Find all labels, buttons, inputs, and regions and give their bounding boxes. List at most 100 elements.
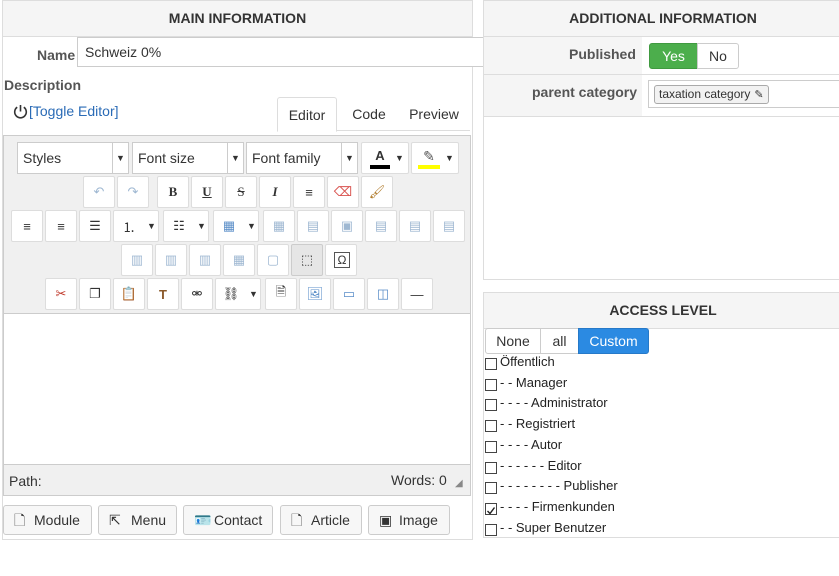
eraser-icon: ⌫	[333, 184, 353, 199]
article-button[interactable]: 🗋 Article	[280, 505, 362, 535]
split-cells-button[interactable]: ▦	[223, 244, 255, 276]
paste-icon: 📋	[120, 286, 138, 301]
insert-row-before-button[interactable]: ▤	[365, 210, 397, 242]
insert-media-button[interactable]: ▭	[333, 278, 365, 310]
link-icon: ⛓	[222, 286, 240, 301]
copy-button[interactable]: ❐	[79, 278, 111, 310]
bold-icon: B	[168, 184, 178, 199]
image-icon: 🖼	[306, 286, 324, 301]
format-painter-button[interactable]: 🖌	[361, 176, 393, 208]
justify-icon: ☰	[89, 218, 101, 233]
styles-dropdown[interactable]: Styles ▼	[17, 142, 129, 174]
delete-col-button[interactable]: ▥	[189, 244, 221, 276]
italic-button[interactable]: I	[259, 176, 291, 208]
unlink-button[interactable]: ⚮	[181, 278, 213, 310]
access-checkbox[interactable]	[485, 358, 497, 370]
cell-props-button[interactable]: ▣	[331, 210, 363, 242]
merge-cells-button[interactable]: ▢	[257, 244, 289, 276]
template-icon: ◫	[376, 286, 390, 301]
underline-button[interactable]: U	[191, 176, 223, 208]
access-filter-custom[interactable]: Custom	[578, 328, 649, 354]
editor-content-area[interactable]	[4, 313, 470, 465]
menu-button[interactable]: ⇱ Menu	[98, 505, 177, 535]
file-add-icon: 🗋	[291, 512, 303, 528]
insert-col-after-button[interactable]: ▥	[155, 244, 187, 276]
name-label: Name	[37, 47, 76, 63]
access-filter-none[interactable]: None	[485, 328, 541, 354]
main-information-header: MAIN INFORMATION	[3, 1, 472, 37]
published-no-button[interactable]: No	[697, 43, 739, 69]
cut-button[interactable]: ✂	[45, 278, 77, 310]
access-checkbox[interactable]	[485, 524, 497, 536]
access-checkbox[interactable]	[485, 441, 497, 453]
bullet-list-icon: ☷	[173, 218, 185, 233]
bold-button[interactable]: B	[157, 176, 189, 208]
word-count: Words: 0	[391, 472, 447, 488]
highlight-color-button[interactable]: ✎ ▼	[411, 142, 459, 174]
special-char-button[interactable]: Ω	[325, 244, 357, 276]
font-size-dropdown[interactable]: Font size ▼	[132, 142, 244, 174]
font-family-dropdown[interactable]: Font family ▼	[246, 142, 358, 174]
horizontal-rule-button[interactable]: —	[401, 278, 433, 310]
power-icon[interactable]	[13, 104, 28, 119]
tab-preview[interactable]: Preview	[403, 97, 465, 131]
insert-row-after-icon: ▤	[408, 218, 422, 233]
access-checkbox[interactable]	[485, 462, 497, 474]
module-button[interactable]: 🗋 Module	[3, 505, 92, 535]
name-field[interactable]: Schweiz 0%	[77, 37, 497, 67]
redo-button[interactable]: ↷	[117, 176, 149, 208]
bullet-list-button[interactable]: ☷ ▼	[163, 210, 209, 242]
access-checkbox[interactable]	[485, 420, 497, 432]
access-checkbox[interactable]	[485, 503, 497, 515]
access-checkbox-label: - - - - Firmenkunden	[500, 499, 615, 514]
link-button[interactable]: ⛓ ▼	[215, 278, 261, 310]
file-icon: 🗎	[275, 284, 287, 299]
pencil-icon[interactable]: ✎	[754, 89, 763, 101]
visual-aid-button[interactable]: ⬚	[291, 244, 323, 276]
check-icon	[487, 507, 496, 515]
copy-icon: ❐	[89, 286, 101, 301]
table-button[interactable]: ▦ ▼	[213, 210, 259, 242]
share-icon: ⇱	[109, 512, 121, 528]
text-color-button[interactable]: A ▼	[361, 142, 409, 174]
access-checkbox[interactable]	[485, 379, 497, 391]
tab-code[interactable]: Code	[339, 97, 399, 131]
justify-button[interactable]: ☰	[79, 210, 111, 242]
insert-file-button[interactable]: 🗎	[265, 278, 297, 310]
access-checkbox[interactable]	[485, 482, 497, 494]
image-button[interactable]: ▣ Image	[368, 505, 450, 535]
split-cells-icon: ▦	[232, 252, 246, 267]
access-checkbox-label: - - - - - - Editor	[500, 458, 582, 473]
chevron-down-icon: ▼	[227, 143, 243, 173]
align-left-button[interactable]: ≡	[293, 176, 325, 208]
parent-category-tag[interactable]: taxation category ✎	[654, 85, 769, 104]
highlight-icon: ✎	[418, 147, 440, 169]
row-props-button[interactable]: ▤	[297, 210, 329, 242]
undo-button[interactable]: ↶	[83, 176, 115, 208]
resize-handle-icon[interactable]: ◢	[455, 479, 465, 489]
clear-formatting-button[interactable]: ⌫	[327, 176, 359, 208]
paste-text-button[interactable]: T	[147, 278, 179, 310]
delete-row-button[interactable]: ▤	[433, 210, 465, 242]
align-right-button[interactable]: ≡	[11, 210, 43, 242]
contact-button[interactable]: 🪪 Contact	[183, 505, 273, 535]
numbered-list-button[interactable]: ⒈ ▼	[113, 210, 159, 242]
insert-col-before-button[interactable]: ▥	[121, 244, 153, 276]
strikethrough-button[interactable]: S	[225, 176, 257, 208]
tab-editor[interactable]: Editor	[277, 97, 337, 132]
access-filter-all[interactable]: all	[540, 328, 579, 354]
align-right-icon: ≡	[23, 218, 31, 234]
delete-table-icon: ▦	[272, 218, 286, 233]
align-center-button[interactable]: ≡	[45, 210, 77, 242]
paste-button[interactable]: 📋	[113, 278, 145, 310]
insert-row-after-button[interactable]: ▤	[399, 210, 431, 242]
delete-table-button[interactable]: ▦	[263, 210, 295, 242]
published-yes-button[interactable]: Yes	[649, 43, 698, 69]
insert-image-button[interactable]: 🖼	[299, 278, 331, 310]
insert-template-button[interactable]: ◫	[367, 278, 399, 310]
access-checkbox[interactable]	[485, 399, 497, 411]
numbered-list-icon: ⒈	[122, 219, 136, 235]
toggle-editor-link[interactable]: [Toggle Editor]	[29, 103, 119, 119]
chevron-down-icon: ▼	[341, 143, 357, 173]
unlink-icon: ⚮	[191, 286, 203, 301]
